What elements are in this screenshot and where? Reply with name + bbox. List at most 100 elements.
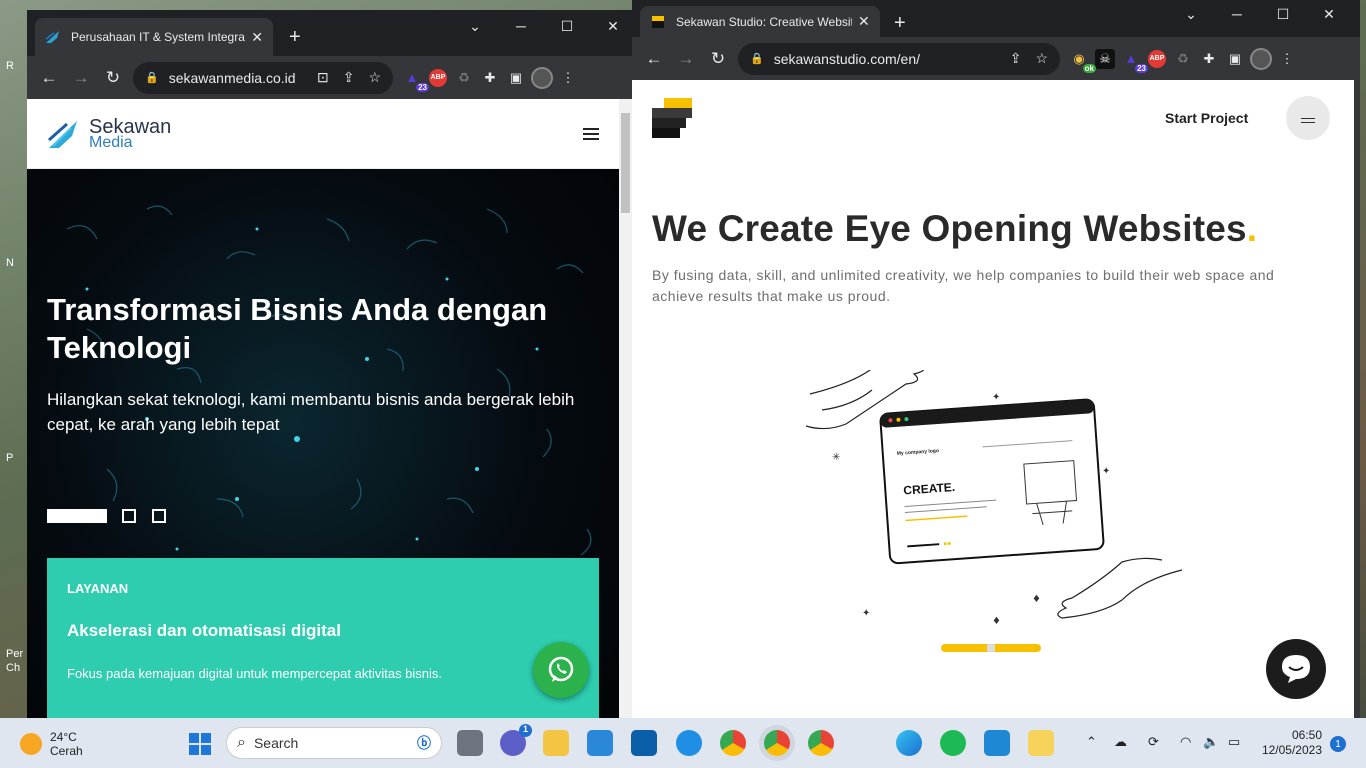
reload-icon[interactable]: ↻ xyxy=(97,68,129,88)
recycle-extension-icon[interactable]: ♻ xyxy=(1170,49,1196,69)
logo-line2: Media xyxy=(89,133,133,151)
address-bar[interactable]: 🔒 sekawanstudio.com/en/ ⇪ ☆ xyxy=(738,42,1060,75)
url-text: sekawanstudio.com/en/ xyxy=(773,50,921,67)
lock-icon[interactable]: 🔒 xyxy=(750,52,764,65)
extensions-puzzle-icon[interactable]: ✚ xyxy=(1196,49,1222,69)
whatsapp-button[interactable] xyxy=(533,642,589,698)
weather-widget[interactable]: 24°C Cerah xyxy=(20,730,83,758)
close-tab-icon[interactable]: ✕ xyxy=(251,29,263,46)
wifi-icon[interactable]: ◠ xyxy=(1180,734,1191,750)
sync-icon[interactable]: ⟳ xyxy=(1148,734,1159,750)
hero-title: Transformasi Bisnis Anda dengan Teknolog… xyxy=(47,292,548,365)
battery-icon[interactable]: ▭ xyxy=(1228,734,1240,750)
chat-widget-button[interactable] xyxy=(1266,639,1326,699)
taskbar-search[interactable]: ⌕ Search ⓑ xyxy=(226,727,442,759)
onedrive-cloud-icon[interactable]: ☁ xyxy=(1114,734,1127,750)
lock-icon[interactable]: 🔒 xyxy=(145,71,159,84)
menu-button[interactable] xyxy=(1286,96,1330,140)
close-window-icon[interactable]: ✕ xyxy=(1306,6,1352,23)
start-project-link[interactable]: Start Project xyxy=(1165,110,1248,126)
menu-kebab-icon[interactable]: ⋮ xyxy=(1274,49,1300,69)
chrome-profile-icon[interactable] xyxy=(720,730,746,756)
recycle-extension-icon[interactable]: ♻ xyxy=(451,68,477,88)
microsoft-store-icon[interactable] xyxy=(587,730,613,756)
bookmark-star-icon[interactable]: ☆ xyxy=(1035,50,1048,67)
sticky-notes-icon[interactable] xyxy=(1028,730,1054,756)
scrollbar-thumb[interactable] xyxy=(621,113,630,213)
close-tab-icon[interactable]: ✕ xyxy=(858,13,870,30)
hamburger-menu-icon[interactable] xyxy=(583,127,599,140)
windows-start-icon[interactable] xyxy=(189,733,211,755)
ublock-icon[interactable]: ☠ xyxy=(1095,48,1115,69)
myhp-icon[interactable] xyxy=(631,730,657,756)
tab-sekawan-media[interactable]: Perusahaan IT & System Integrato ✕ xyxy=(35,18,273,56)
show-hidden-icons-chevron-icon[interactable]: ⌃ xyxy=(1086,734,1097,750)
extension-cap-icon[interactable]: ▲ 23 xyxy=(1118,49,1148,73)
windows-taskbar: 24°C Cerah ⌕ Search ⓑ 1 ⌃ ☁ ⟳ ◠ 🔈 ▭ 06:50… xyxy=(0,718,1366,768)
new-tab-icon[interactable]: + xyxy=(289,26,301,49)
back-icon[interactable]: ← xyxy=(638,49,670,69)
vscode-icon[interactable] xyxy=(984,730,1010,756)
teams-chat-icon[interactable]: 1 xyxy=(500,724,532,756)
slider-progress[interactable] xyxy=(941,644,1041,652)
extension-cap-icon[interactable]: ▲ 23 xyxy=(399,68,429,92)
reload-icon[interactable]: ↻ xyxy=(702,49,734,69)
side-panel-icon[interactable]: ▣ xyxy=(1222,49,1248,69)
edge-icon[interactable] xyxy=(896,730,922,756)
slide-indicator[interactable] xyxy=(152,509,166,523)
chrome-profile2-icon[interactable] xyxy=(808,730,834,756)
scrollbar[interactable] xyxy=(619,99,632,718)
service-card[interactable]: LAYANAN Akselerasi dan otomatisasi digit… xyxy=(47,558,599,718)
spotify-icon[interactable] xyxy=(940,730,966,756)
browser-toolbar: ← → ↻ 🔒 sekawanmedia.co.id ⊡ ⇪ ☆ ▲ 23 ABP… xyxy=(27,56,632,99)
profile-avatar[interactable] xyxy=(1248,47,1274,70)
tab-sekawan-studio[interactable]: Sekawan Studio: Creative Website ✕ xyxy=(640,6,880,37)
forward-icon[interactable]: → xyxy=(670,49,702,69)
chrome-active-icon[interactable] xyxy=(764,730,790,756)
new-tab-icon[interactable]: + xyxy=(894,12,906,35)
bookmark-star-icon[interactable]: ☆ xyxy=(368,69,381,86)
tab-search-icon[interactable]: ⌄ xyxy=(452,18,498,35)
help-icon[interactable] xyxy=(676,730,702,756)
close-window-icon[interactable]: ✕ xyxy=(590,18,632,35)
notification-badge[interactable]: 1 xyxy=(1330,736,1346,752)
share-icon[interactable]: ⇪ xyxy=(1010,50,1022,67)
svg-text:✦: ✦ xyxy=(992,392,1000,403)
sekawan-studio-logo[interactable] xyxy=(652,98,692,138)
ok-extension-icon[interactable]: ◉ ok xyxy=(1066,49,1096,73)
task-view-icon[interactable] xyxy=(457,730,483,756)
slide-indicator[interactable] xyxy=(122,509,136,523)
side-panel-icon[interactable]: ▣ xyxy=(503,68,529,88)
minimize-icon[interactable]: ─ xyxy=(1214,6,1260,23)
forward-icon[interactable]: → xyxy=(65,68,97,88)
desktop-label[interactable]: N xyxy=(6,257,14,269)
back-icon[interactable]: ← xyxy=(33,68,65,88)
logo-line1: Sekawan xyxy=(89,115,172,138)
maximize-icon[interactable]: ☐ xyxy=(1260,6,1306,23)
sekawan-media-favicon-icon xyxy=(45,31,59,43)
extensions-puzzle-icon[interactable]: ✚ xyxy=(477,68,503,88)
menu-kebab-icon[interactable]: ⋮ xyxy=(555,68,581,88)
weather-temp: 24°C xyxy=(50,730,77,744)
desktop-label[interactable]: R xyxy=(6,60,14,72)
desktop-label[interactable]: P xyxy=(6,452,13,464)
slide-indicator-active[interactable] xyxy=(47,509,107,523)
menu-lines-icon xyxy=(1301,117,1315,119)
share-icon[interactable]: ⇪ xyxy=(343,69,355,86)
maximize-icon[interactable]: ☐ xyxy=(544,18,590,35)
sekawan-media-logo[interactable]: Sekawan Media xyxy=(47,115,172,151)
search-label: Search xyxy=(253,735,299,751)
clock[interactable]: 06:50 12/05/2023 xyxy=(1256,728,1322,758)
adblock-icon[interactable]: ABP xyxy=(425,68,451,88)
desktop-label[interactable]: Ch xyxy=(6,662,20,674)
tab-search-icon[interactable]: ⌄ xyxy=(1168,6,1214,23)
profile-avatar[interactable] xyxy=(529,66,555,89)
window-controls: ⌄ ─ ☐ ✕ xyxy=(1168,6,1352,23)
adblock-icon[interactable]: ABP xyxy=(1144,49,1170,69)
minimize-icon[interactable]: ─ xyxy=(498,18,544,35)
volume-icon[interactable]: 🔈 xyxy=(1203,734,1219,750)
translate-icon[interactable]: ⊡ xyxy=(317,69,329,86)
file-explorer-icon[interactable] xyxy=(543,730,569,756)
desktop-label[interactable]: Per xyxy=(6,648,23,660)
address-bar[interactable]: 🔒 sekawanmedia.co.id ⊡ ⇪ ☆ xyxy=(133,61,393,94)
